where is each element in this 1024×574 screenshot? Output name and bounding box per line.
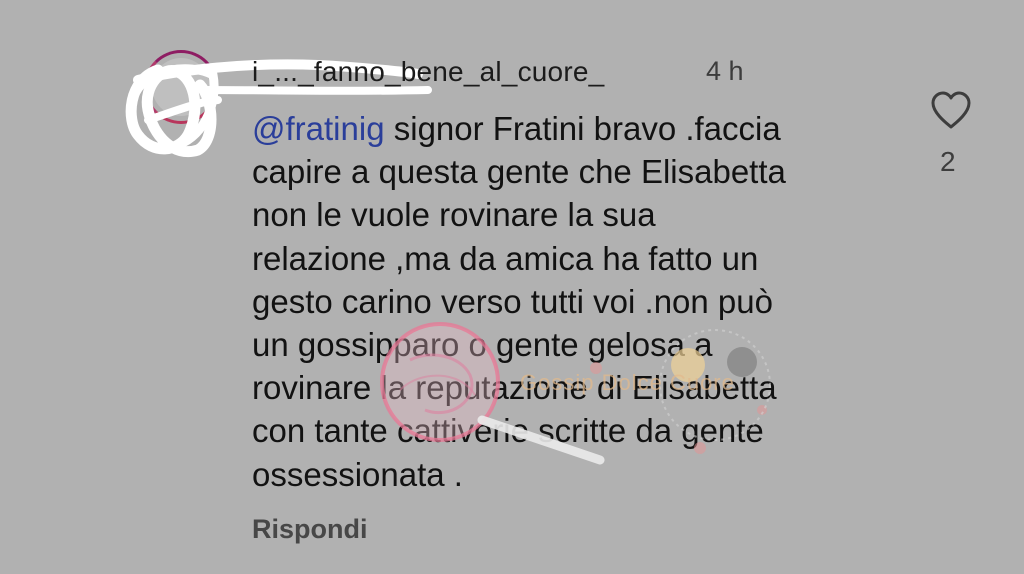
comment-screen: i_..._fanno_bene_al_cuore_ 4 h @fratinig… [0, 0, 1024, 574]
comment-line: ossessionata . [252, 455, 463, 493]
comment-username[interactable]: i_..._fanno_bene_al_cuore_ [252, 56, 604, 88]
like-button[interactable] [929, 90, 973, 130]
comment-line: non le vuole rovinare la sua [252, 196, 656, 234]
heart-outline-icon [931, 91, 971, 129]
comment-line: con tante cattiverie scritte da gente [252, 412, 764, 450]
comment-line: capire a questa gente che Elisabetta [252, 153, 786, 191]
comment-line: gesto carino verso tutti voi .non può [252, 282, 773, 320]
comment-text: @fratinig signor Fratini bravo .faccia c… [252, 107, 892, 496]
mention-link[interactable]: @fratinig [252, 110, 385, 147]
reply-button[interactable]: Rispondi [252, 514, 368, 545]
comment-line: un gossipparo o gente gelosa a [252, 326, 713, 364]
comment-line: rovinare la reputazione di Elisabetta [252, 369, 777, 407]
like-count: 2 [940, 146, 956, 177]
comment-timestamp: 4 h [706, 56, 744, 86]
comment-line: relazione ,ma da amica ha fatto un [252, 239, 759, 277]
comment-line: @fratinig signor Fratini bravo .faccia [252, 110, 781, 147]
